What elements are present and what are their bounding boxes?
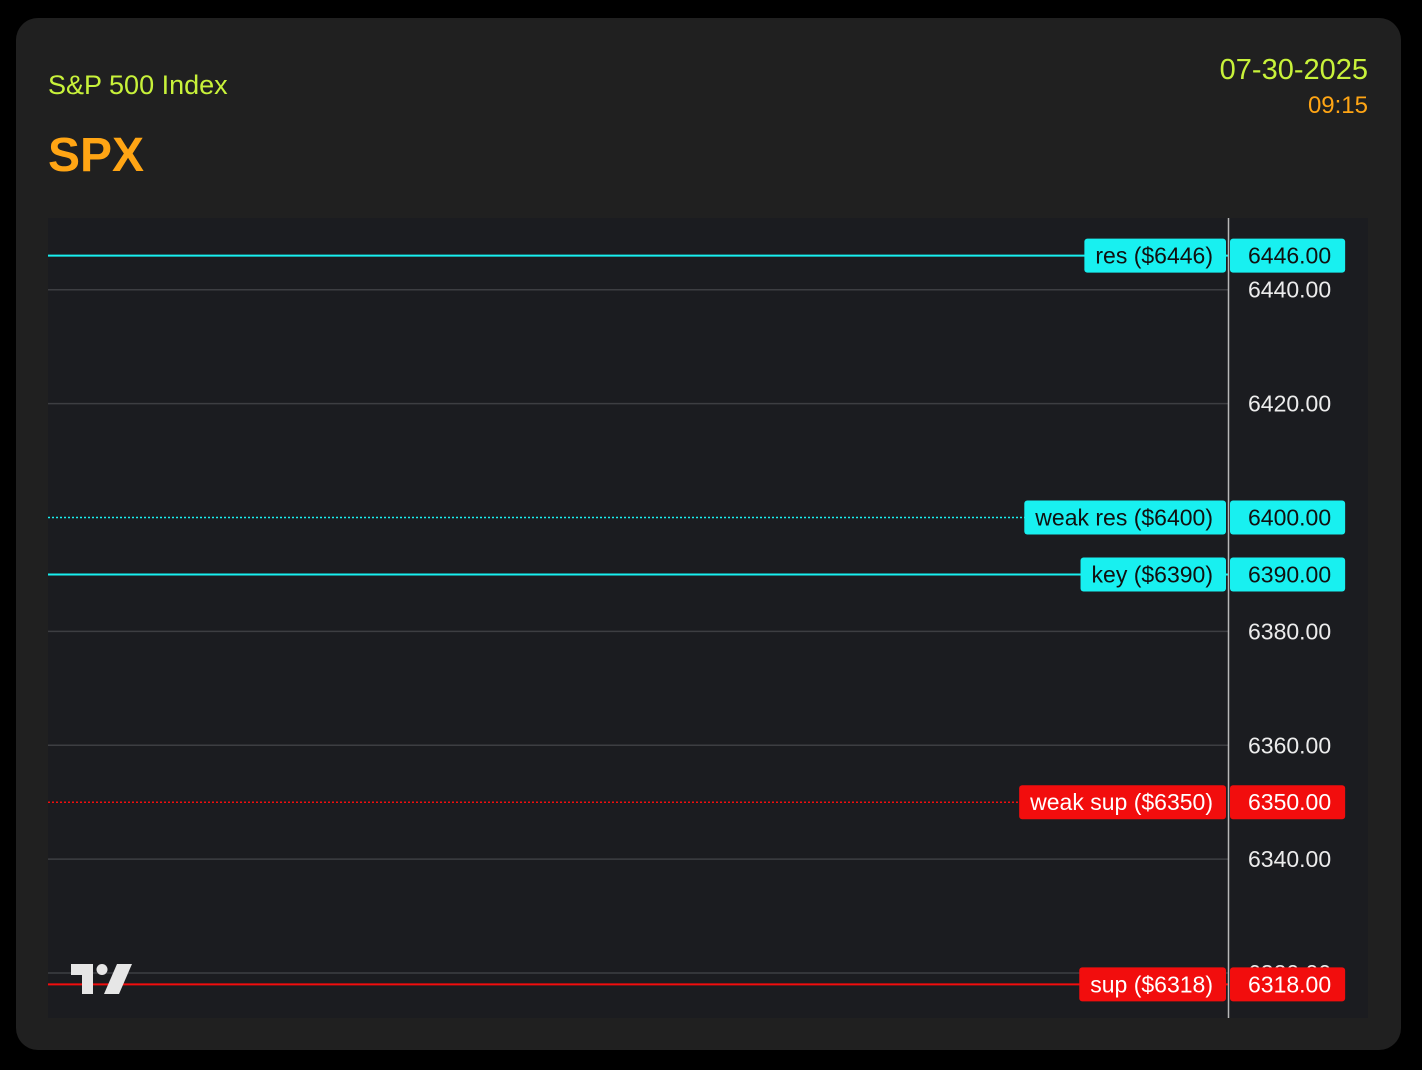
level-label[interactable]: weak res ($6400) [1024, 500, 1226, 535]
level-label-text: sup ($6318) [1090, 971, 1213, 997]
level-label[interactable]: res ($6446) [1084, 238, 1226, 273]
price-label-text: 6446.00 [1248, 243, 1331, 269]
level-label[interactable]: sup ($6318) [1079, 967, 1226, 1002]
price-axis-label: 6446.00 [1230, 238, 1346, 273]
price-chart[interactable]: 6440.006420.006380.006360.006340.006320.… [48, 218, 1368, 1018]
level-label-text: key ($6390) [1092, 561, 1213, 587]
level-label[interactable]: key ($6390) [1080, 557, 1226, 592]
date-label: 07-30-2025 [1219, 54, 1368, 86]
y-tick-label: 6440.00 [1248, 277, 1331, 303]
y-tick-label: 6360.00 [1248, 732, 1331, 758]
plot-background [48, 218, 1368, 1018]
y-tick-label: 6380.00 [1248, 618, 1331, 644]
instrument-name: S&P 500 Index [48, 70, 228, 100]
price-axis-label: 6400.00 [1230, 500, 1346, 535]
price-label-text: 6400.00 [1248, 505, 1331, 531]
price-label-text: 6318.00 [1248, 971, 1331, 997]
price-axis-label: 6318.00 [1230, 967, 1346, 1002]
level-label-text: weak sup ($6350) [1029, 789, 1213, 815]
price-label-text: 6390.00 [1248, 561, 1331, 587]
time-label: 09:15 [1307, 92, 1368, 119]
ticker-symbol: SPX [48, 129, 145, 182]
price-label-text: 6350.00 [1248, 789, 1331, 815]
level-label[interactable]: weak sup ($6350) [1019, 785, 1226, 820]
y-tick-label: 6420.00 [1248, 391, 1331, 417]
level-label-text: res ($6446) [1095, 243, 1213, 269]
price-axis-label: 6390.00 [1230, 557, 1346, 592]
level-label-text: weak res ($6400) [1034, 505, 1213, 531]
y-tick-label: 6340.00 [1248, 846, 1331, 872]
price-axis-label: 6350.00 [1230, 785, 1346, 820]
